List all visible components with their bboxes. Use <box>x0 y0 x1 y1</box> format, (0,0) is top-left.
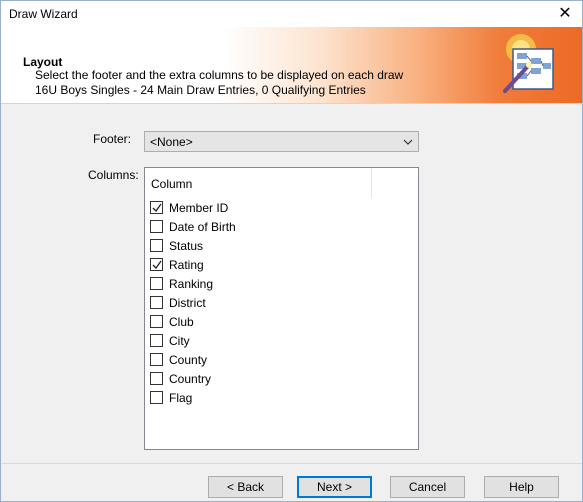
back-button[interactable]: < Back <box>208 476 283 498</box>
footer-select-value: <None> <box>150 135 193 149</box>
column-item-label: County <box>169 353 208 367</box>
title-bar: Draw Wizard ✕ <box>1 1 582 27</box>
column-item-label: Ranking <box>169 277 214 291</box>
button-bar-divider <box>1 463 582 464</box>
draw-wizard-dialog: Draw Wizard ✕ Layout Select the footer a… <box>0 0 583 502</box>
column-item-label: Rating <box>169 258 204 272</box>
checkbox-unchecked[interactable] <box>150 220 163 233</box>
next-button[interactable]: Next > <box>297 476 372 498</box>
header-event-summary: 16U Boys Singles - 24 Main Draw Entries,… <box>35 83 366 97</box>
window-title: Draw Wizard <box>9 7 78 21</box>
column-item-label: Status <box>169 239 204 253</box>
checkbox-checked[interactable] <box>150 201 163 214</box>
checkmark-icon <box>152 203 162 213</box>
column-item-label: Country <box>169 372 212 386</box>
close-icon: ✕ <box>558 5 572 22</box>
checkmark-icon <box>152 260 162 270</box>
column-item-label: Flag <box>169 391 193 405</box>
footer-label: Footer: <box>93 132 132 146</box>
columns-listbox[interactable]: Column Member ID Date of Birth Status Ratin… <box>144 167 419 450</box>
wizard-icon <box>503 34 554 93</box>
columns-label: Columns: <box>88 168 139 182</box>
close-button[interactable]: ✕ <box>550 1 580 27</box>
column-item-label: Club <box>169 315 194 329</box>
column-header[interactable]: Column <box>145 168 372 198</box>
footer-select[interactable]: <None> <box>144 131 419 152</box>
column-item-label: Date of Birth <box>169 220 236 234</box>
checkbox-unchecked[interactable] <box>150 296 163 309</box>
help-button[interactable]: Help <box>484 476 559 498</box>
column-item-label: District <box>169 296 206 310</box>
checkbox-unchecked[interactable] <box>150 372 163 385</box>
checkbox-unchecked[interactable] <box>150 391 163 404</box>
chevron-down-icon <box>403 139 413 145</box>
page-title: Layout <box>23 55 63 69</box>
header-description: Select the footer and the extra columns … <box>35 68 404 82</box>
column-item-label: Member ID <box>169 201 229 215</box>
column-header-label: Column <box>151 177 193 191</box>
checkbox-unchecked[interactable] <box>150 239 163 252</box>
checkbox-unchecked[interactable] <box>150 277 163 290</box>
header-banner: Layout Select the footer and the extra c… <box>1 27 582 103</box>
cancel-button[interactable]: Cancel <box>390 476 465 498</box>
checkbox-unchecked[interactable] <box>150 334 163 347</box>
checkbox-unchecked[interactable] <box>150 315 163 328</box>
checkbox-unchecked[interactable] <box>150 353 163 366</box>
checkbox-checked[interactable] <box>150 258 163 271</box>
column-item-label: City <box>169 334 190 348</box>
